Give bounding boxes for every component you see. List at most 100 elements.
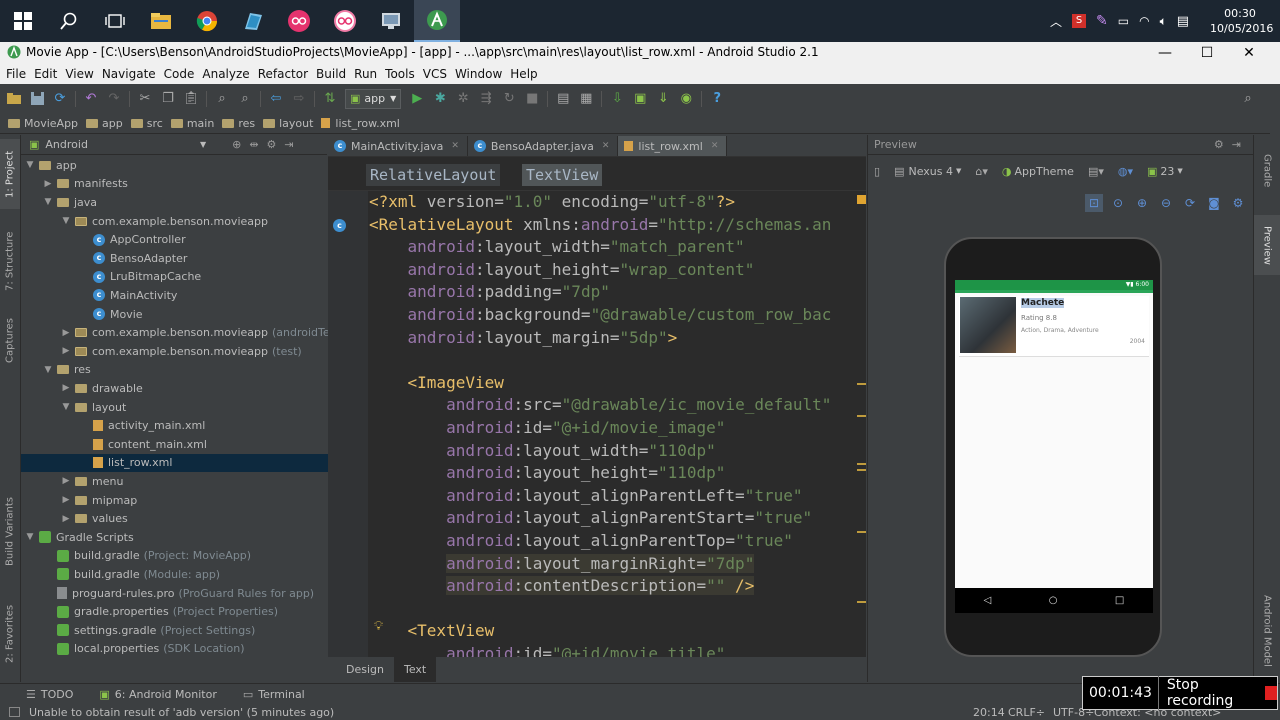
menu-refactor[interactable]: Refactor	[256, 67, 314, 81]
collapsed-arrow-icon[interactable]: ▶	[61, 476, 71, 486]
tree-item[interactable]: ▼ res	[21, 361, 349, 380]
copy-icon[interactable]: ❐	[160, 91, 176, 107]
settings-icon[interactable]: ▦	[578, 91, 594, 107]
stripe-mark[interactable]	[857, 383, 866, 385]
tree-item[interactable]: ▶ manifests	[21, 175, 349, 194]
tree-item[interactable]: gradle.properties (Project Properties)	[21, 602, 349, 621]
tree-item[interactable]: ▼ com.example.benson.movieapp	[21, 212, 367, 231]
hide-panel-icon[interactable]: ⇥	[284, 138, 293, 151]
expanded-arrow-icon[interactable]: ▼	[25, 532, 35, 542]
tree-item[interactable]: local.properties (SDK Location)	[21, 640, 349, 659]
tree-item[interactable]: ▶ menu	[21, 472, 367, 491]
breadcrumb-item[interactable]: main	[170, 117, 214, 130]
gradle-sync-icon[interactable]: ⇩	[609, 91, 625, 107]
tree-item[interactable]: ▼ app	[21, 156, 331, 175]
close-tab-icon[interactable]: ✕	[602, 141, 610, 151]
breadcrumb-item[interactable]: MovieApp	[8, 117, 78, 130]
back-icon[interactable]: ⇦	[268, 91, 284, 107]
refresh-icon[interactable]: ⟳	[1181, 194, 1199, 212]
menu-tools[interactable]: Tools	[383, 67, 421, 81]
activity-select[interactable]: ▤▾	[1088, 165, 1104, 178]
gear-icon[interactable]: ⚙	[1214, 138, 1224, 151]
tree-item[interactable]: ▶ com.example.benson.movieapp (test)	[21, 342, 367, 361]
device-select[interactable]: ▤ Nexus 4 ▼	[894, 165, 961, 178]
code-area[interactable]: <?xml version="1.0" encoding="utf-8"?> <R…	[369, 191, 857, 657]
taskbar-android-studio[interactable]	[414, 0, 460, 42]
taskbar-app-blue[interactable]	[230, 0, 276, 42]
find-icon[interactable]: ⌕	[214, 91, 230, 107]
gear-icon[interactable]: ⚙	[267, 138, 277, 151]
status-message[interactable]: Unable to obtain result of 'adb version'…	[29, 706, 334, 719]
volume-icon[interactable]: 🔈︎	[1160, 14, 1167, 29]
menu-code[interactable]: Code	[162, 67, 201, 81]
make-project-icon[interactable]: ⇅	[322, 91, 338, 107]
hide-panel-icon[interactable]: ⇥	[1232, 138, 1241, 151]
taskbar-app-monitor[interactable]	[368, 0, 414, 42]
breadcrumb-item[interactable]: res	[222, 117, 255, 130]
menu-navigate[interactable]: Navigate	[100, 67, 162, 81]
collapsed-arrow-icon[interactable]: ▶	[61, 346, 71, 356]
menu-edit[interactable]: Edit	[32, 67, 63, 81]
tree-item[interactable]: ▼ layout	[21, 398, 367, 417]
task-view-button[interactable]	[92, 0, 138, 42]
line-separator[interactable]: CRLF÷	[1008, 706, 1045, 719]
tree-item[interactable]: ▶ values	[21, 509, 367, 528]
minimize-button[interactable]: —	[1144, 42, 1186, 63]
tab-list-row[interactable]: list_row.xml ✕	[618, 136, 728, 156]
security-app-icon[interactable]: S	[1072, 14, 1087, 28]
screenshot-icon[interactable]: ◙	[1205, 194, 1223, 212]
expanded-arrow-icon[interactable]: ▼	[43, 197, 53, 207]
tool-todo[interactable]: ☰ TODO	[26, 688, 73, 701]
tab-design[interactable]: Design	[336, 657, 394, 682]
stop-icon[interactable]: ■	[524, 91, 540, 107]
breadcrumb-item[interactable]: layout	[263, 117, 313, 130]
search-everywhere-icon[interactable]: ⌕	[1240, 91, 1256, 107]
orientation-select[interactable]: ⌂▾	[975, 165, 988, 178]
stripe-mark[interactable]	[857, 601, 866, 603]
save-icon[interactable]	[29, 91, 45, 107]
replace-icon[interactable]: ⌕	[237, 91, 253, 107]
menu-build[interactable]: Build	[314, 67, 352, 81]
zoom-actual-icon[interactable]: ⊙	[1109, 194, 1127, 212]
collapsed-arrow-icon[interactable]: ▶	[43, 179, 53, 189]
expanded-arrow-icon[interactable]: ▼	[43, 365, 53, 375]
taskbar-chrome[interactable]	[184, 0, 230, 42]
run-configuration-select[interactable]: ▣ app ▼	[345, 88, 402, 109]
project-structure-icon[interactable]: ▤	[555, 91, 571, 107]
tree-item[interactable]: ▶ mipmap	[21, 491, 367, 510]
taskbar-app-pink-2[interactable]	[322, 0, 368, 42]
class-marker-icon[interactable]: c	[333, 219, 346, 232]
run-icon[interactable]: ▶	[409, 91, 425, 107]
error-stripe[interactable]	[857, 191, 866, 657]
help-icon[interactable]: ?	[709, 91, 725, 107]
tool-android-monitor[interactable]: ▣ 6: Android Monitor	[99, 688, 216, 701]
tree-item[interactable]: build.gradle (Module: app)	[21, 565, 349, 584]
paste-icon[interactable]: 📋︎	[183, 91, 200, 107]
stop-recording-label[interactable]: Stop recording	[1159, 677, 1263, 709]
project-view-select[interactable]: Android	[45, 138, 88, 151]
tree-item[interactable]: proguard-rules.pro (ProGuard Rules for ap…	[21, 584, 349, 603]
stop-recording-icon[interactable]	[1264, 686, 1277, 700]
editor-crumb-textview[interactable]: TextView	[522, 164, 603, 186]
search-button[interactable]	[46, 0, 92, 42]
collapse-all-icon[interactable]: ⇹	[249, 138, 258, 151]
rerun-icon[interactable]: ↻	[501, 91, 517, 107]
preview-settings-icon[interactable]: ⚙	[1229, 194, 1247, 212]
close-button[interactable]: ✕	[1228, 42, 1270, 63]
menu-vcs[interactable]: VCS	[421, 67, 453, 81]
tab-text[interactable]: Text	[393, 657, 437, 682]
stripe-mark[interactable]	[857, 463, 866, 465]
cursor-position[interactable]: 20:14	[973, 706, 1005, 719]
wifi-icon[interactable]: ◠	[1139, 14, 1149, 28]
expanded-arrow-icon[interactable]: ▼	[25, 160, 35, 170]
tree-item[interactable]: build.gradle (Project: MovieApp)	[21, 547, 349, 566]
avd-manager-icon[interactable]: ▣	[632, 91, 648, 107]
api-level-select[interactable]: ▣ 23 ▼	[1147, 165, 1183, 178]
tab-benso-adapter[interactable]: c BensoAdapter.java ✕	[468, 136, 619, 156]
close-tab-icon[interactable]: ✕	[711, 141, 719, 151]
zoom-in-icon[interactable]: ⊕	[1133, 194, 1151, 212]
theme-select[interactable]: ◑ AppTheme	[1002, 165, 1074, 178]
tree-item[interactable]: ▶ drawable	[21, 379, 367, 398]
apply-changes-icon[interactable]: ⇶	[478, 91, 494, 107]
stripe-mark[interactable]	[857, 469, 866, 471]
